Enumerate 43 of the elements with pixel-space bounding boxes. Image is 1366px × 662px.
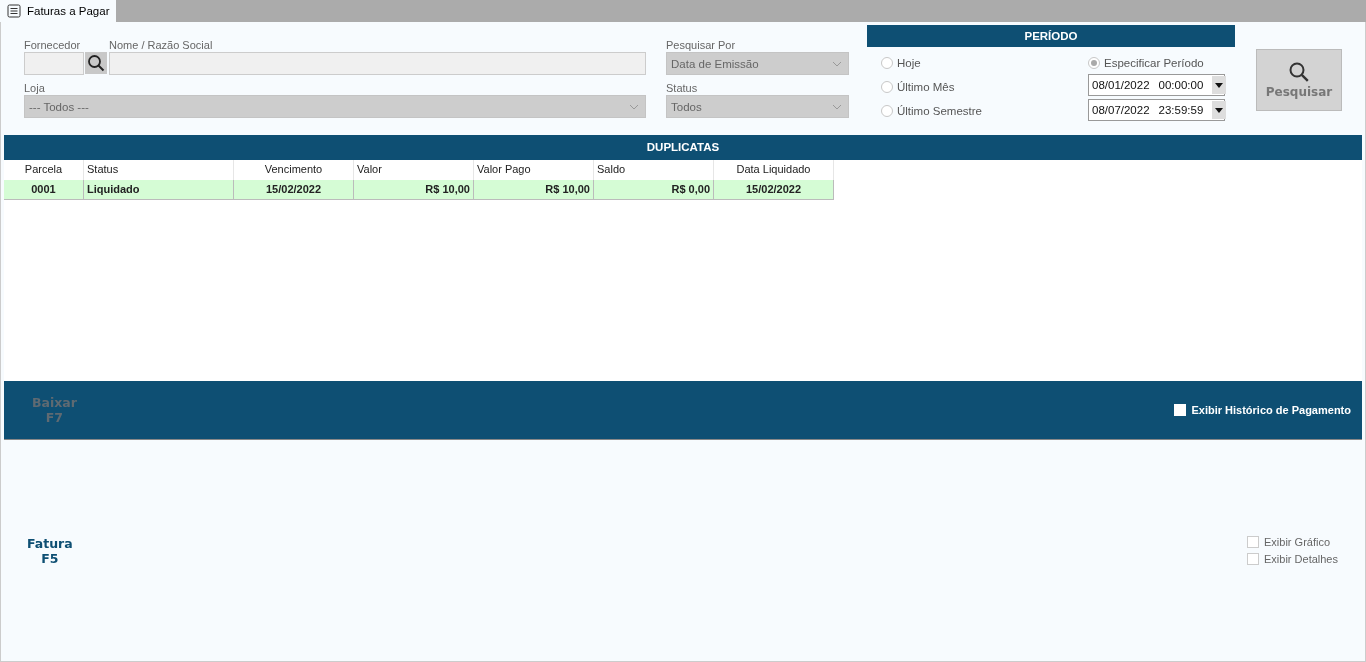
table-cell: 15/02/2022 [234,180,354,200]
input-field[interactable] [109,52,646,75]
tab[interactable]: Faturas a Pagar [0,0,117,22]
field-label: Loja [24,82,46,95]
field-label: Fornecedor [24,39,82,52]
radio-button[interactable] [881,57,893,69]
radio-label: Hoje [897,57,921,69]
radio-label: Último Mês [897,81,955,93]
radio-option[interactable]: Último Semestre [881,103,982,119]
dropdown[interactable]: Todos [666,95,849,118]
radio-label: Especificar Período [1104,57,1204,69]
section-header: DUPLICATAS [4,135,1362,160]
search-button[interactable] [85,52,107,74]
date-time-field[interactable]: 08/07/2022 23:59:59 [1088,99,1225,121]
field-label: Pesquisar Por [666,39,737,52]
radio-option[interactable]: Último Mês [881,79,982,95]
dropdown[interactable]: Data de Emissão [666,52,849,75]
field-label: Status [666,82,699,95]
search-icon [1288,61,1310,83]
table-cell: R$ 10,00 [474,180,594,200]
radio-option[interactable]: Hoje [881,55,982,71]
table-cell: R$ 0,00 [594,180,714,200]
table-cell: Liquidado [84,180,234,200]
radio-label: Último Semestre [897,105,982,117]
table-cell: 15/02/2022 [714,180,834,200]
radio-button[interactable] [881,81,893,93]
list-icon [7,4,21,18]
checkbox-option[interactable]: Exibir Histórico de Pagamento [1174,404,1351,416]
radio-button[interactable] [881,105,893,117]
input-field[interactable] [24,52,84,75]
table-cell: 0001 [4,180,84,200]
chevron-icon [832,60,842,67]
dropdown[interactable]: --- Todos --- [24,95,646,118]
section-header: PERÍODO [867,25,1235,47]
action-button[interactable]: Fatura F5 [21,535,79,566]
search-icon [87,54,105,72]
field-label: Nome / Razão Social [109,39,214,52]
date-time-field[interactable]: 08/01/2022 00:00:00 [1088,74,1225,96]
chevron-icon [629,103,639,110]
table-cell: R$ 10,00 [354,180,474,200]
table-row[interactable]: 0001 Liquidado 15/02/2022 R$ 10,00 R$ 10,00 R$ 0,00 15/02/2022 [4,180,834,200]
chevron-icon [832,103,842,110]
radio-button[interactable] [1088,57,1100,69]
